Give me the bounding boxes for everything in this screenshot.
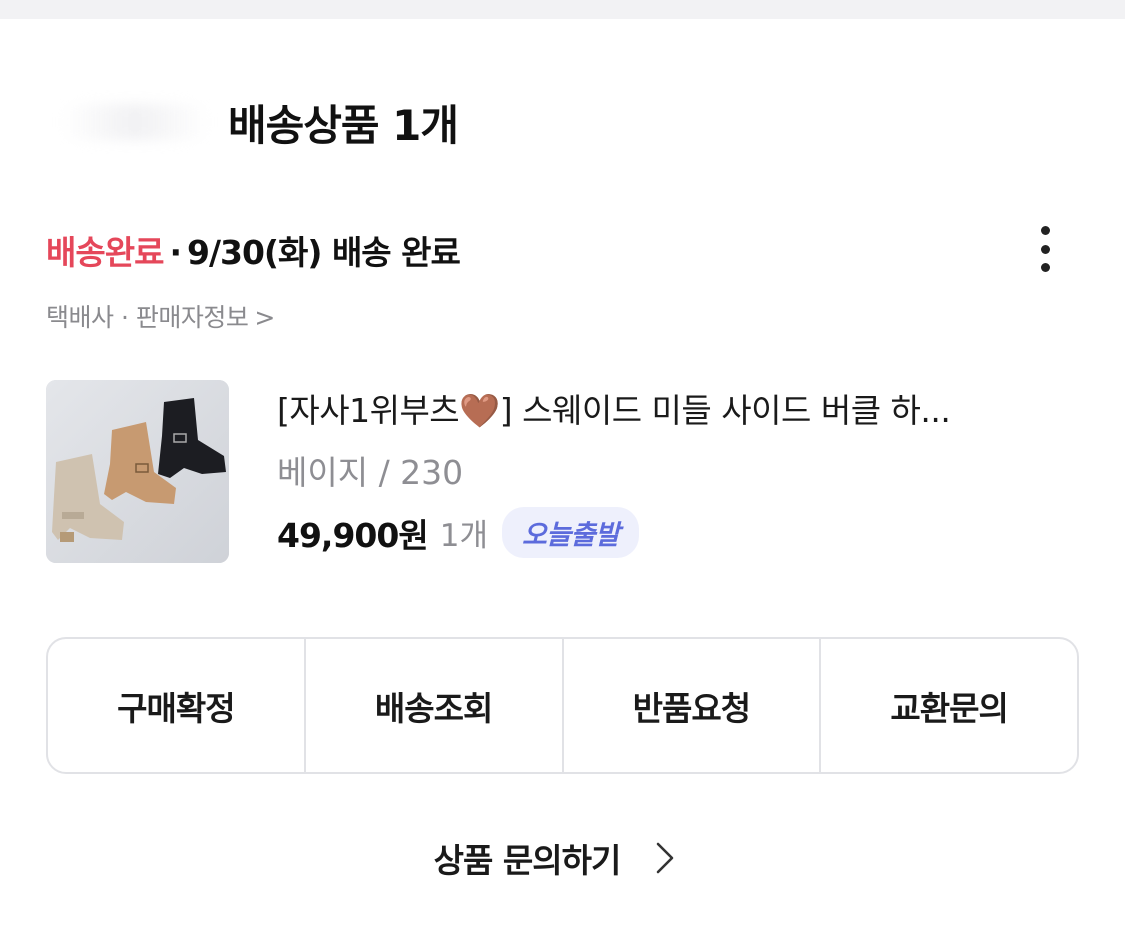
request-return-button[interactable]: 반품요청 bbox=[564, 639, 822, 772]
chevron-right-small-icon: > bbox=[254, 303, 275, 332]
blurred-store-label bbox=[60, 104, 210, 140]
delivery-status-line: 배송완료 · 9/30(화) 배송 완료 bbox=[46, 226, 461, 274]
order-action-buttons: 구매확정 배송조회 반품요청 교환문의 bbox=[46, 637, 1079, 774]
delivery-date: 9/30(화) 배송 완료 bbox=[187, 233, 461, 272]
product-name[interactable]: [자사1위부츠🤎] 스웨이드 미들 사이드 버클 하... bbox=[277, 384, 951, 432]
track-delivery-button[interactable]: 배송조회 bbox=[306, 639, 564, 772]
status-separator: · bbox=[169, 233, 182, 272]
delivery-status: 배송완료 bbox=[46, 233, 164, 272]
product-inquiry-label: 상품 문의하기 bbox=[433, 841, 622, 880]
courier-seller-info-link[interactable]: 택배사 · 판매자정보 > bbox=[46, 298, 275, 334]
top-status-strip bbox=[0, 0, 1125, 19]
today-shipping-badge: 오늘출발 bbox=[501, 507, 640, 558]
boots-image bbox=[46, 380, 229, 563]
product-quantity: 1개 bbox=[439, 518, 488, 554]
price-row: 49,900원 1개 오늘출발 bbox=[277, 507, 640, 558]
chevron-right-icon bbox=[657, 842, 674, 874]
product-inquiry-link[interactable]: 상품 문의하기 bbox=[0, 834, 1110, 882]
product-price: 49,900원 bbox=[277, 515, 429, 555]
confirm-purchase-button[interactable]: 구매확정 bbox=[48, 639, 306, 772]
product-option: 베이지 / 230 bbox=[277, 453, 464, 492]
exchange-inquiry-button[interactable]: 교환문의 bbox=[821, 639, 1077, 772]
courier-seller-info-label: 택배사 · 판매자정보 bbox=[46, 303, 249, 332]
section-title: 배송상품 1개 bbox=[228, 101, 459, 150]
more-vertical-icon[interactable] bbox=[1024, 222, 1066, 276]
product-thumbnail[interactable] bbox=[46, 380, 229, 563]
